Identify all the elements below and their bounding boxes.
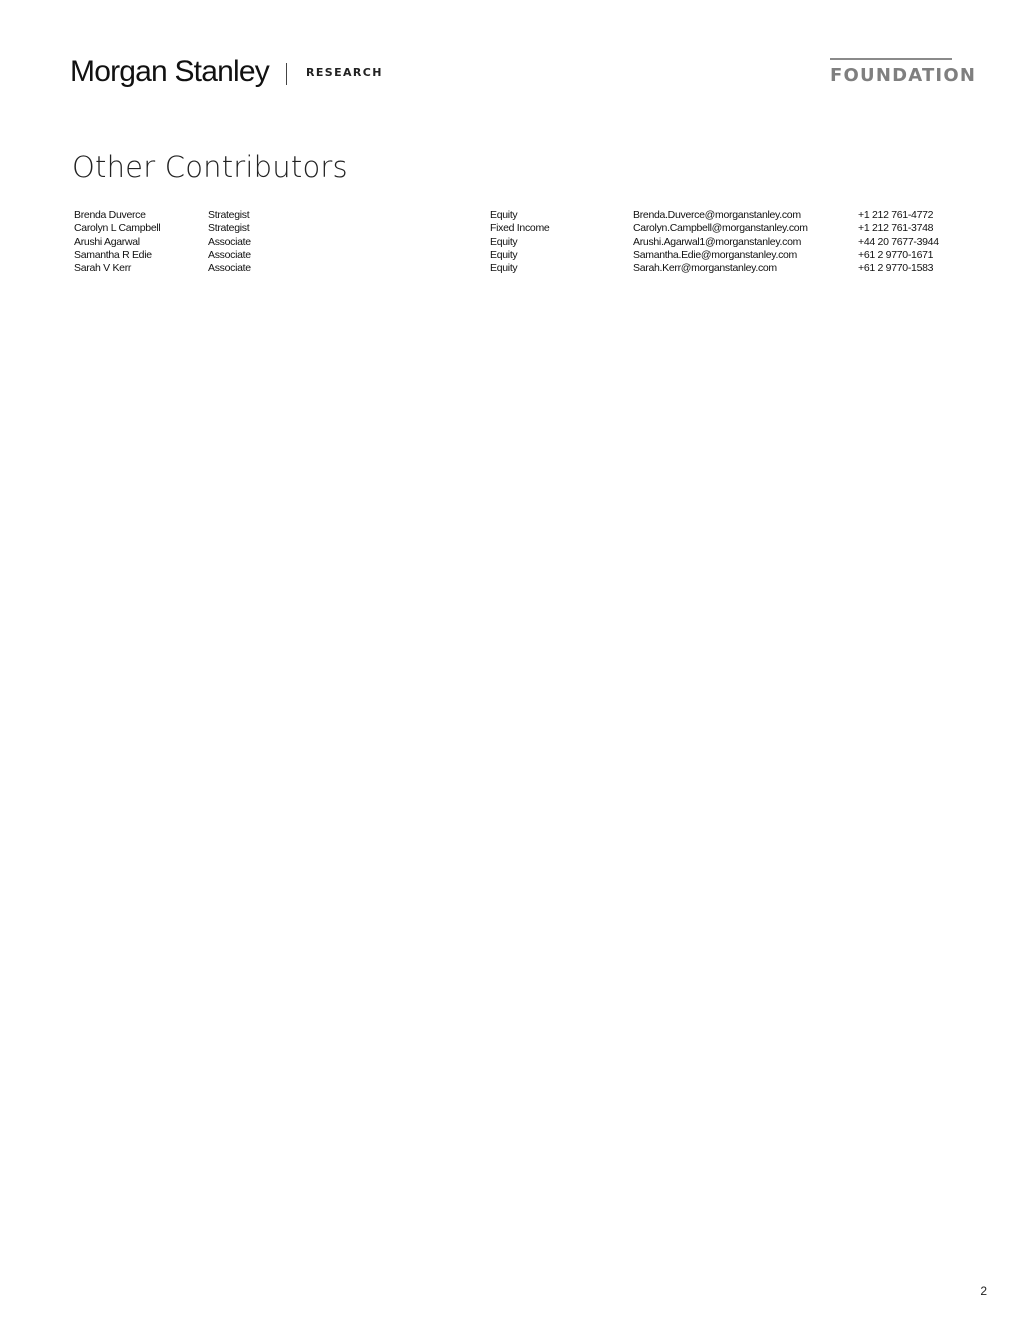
page-number: 2: [980, 1284, 987, 1298]
contributor-name: Brenda Duverce: [74, 209, 146, 221]
logo-divider: [286, 63, 287, 85]
contributor-phone: +61 2 9770-1583: [858, 262, 934, 275]
foundation-label: FOUNDATION: [830, 65, 977, 86]
contributor-phone: +1 212 761-4772: [858, 209, 934, 221]
contributor-email: Brenda.Duverce@morganstanley.com: [633, 209, 801, 221]
contributor-name: Samantha R Edie: [74, 248, 152, 261]
table-row: Carolyn L Campbell Strategist Fixed Inco…: [74, 222, 954, 235]
contributor-department: Fixed Income: [490, 222, 550, 235]
research-label: RESEARCH: [306, 66, 383, 79]
page-title: Other Contributors: [72, 150, 348, 184]
table-row: Samantha R Edie Associate Equity Samanth…: [74, 249, 954, 262]
contributor-name: Arushi Agarwal: [74, 235, 140, 248]
contributors-table: Brenda Duverce Strategist Equity Brenda.…: [74, 209, 954, 275]
contributor-department: Equity: [490, 209, 518, 221]
contributor-email: Carolyn.Campbell@morganstanley.com: [633, 222, 808, 235]
contributor-phone: +44 20 7677-3944: [858, 235, 939, 248]
contributor-email: Sarah.Kerr@morganstanley.com: [633, 262, 777, 275]
table-row: Sarah V Kerr Associate Equity Sarah.Kerr…: [74, 262, 954, 275]
contributor-department: Equity: [490, 235, 518, 248]
contributor-department: Equity: [490, 248, 518, 261]
contributor-email: Arushi.Agarwal1@morganstanley.com: [633, 235, 802, 248]
foundation-badge: FOUNDATION: [830, 58, 977, 87]
contributor-name: Sarah V Kerr: [74, 262, 132, 275]
contributor-role: Associate: [208, 262, 251, 275]
contributor-name: Carolyn L Campbell: [74, 222, 161, 235]
morgan-stanley-logo: Morgan Stanley: [70, 55, 270, 88]
foundation-rule: [830, 58, 952, 60]
table-row: Brenda Duverce Strategist Equity Brenda.…: [74, 209, 954, 222]
contributor-email: Samantha.Edie@morganstanley.com: [633, 248, 798, 261]
contributor-role: Associate: [208, 248, 251, 261]
contributor-department: Equity: [490, 262, 518, 275]
contributor-role: Strategist: [208, 209, 250, 221]
contributor-phone: +1 212 761-3748: [858, 222, 934, 235]
table-row: Arushi Agarwal Associate Equity Arushi.A…: [74, 236, 954, 249]
page-header: Morgan Stanley RESEARCH FOUNDATION: [70, 52, 977, 92]
contributor-role: Associate: [208, 235, 251, 248]
contributor-phone: +61 2 9770-1671: [858, 248, 934, 261]
contributor-role: Strategist: [208, 222, 250, 235]
